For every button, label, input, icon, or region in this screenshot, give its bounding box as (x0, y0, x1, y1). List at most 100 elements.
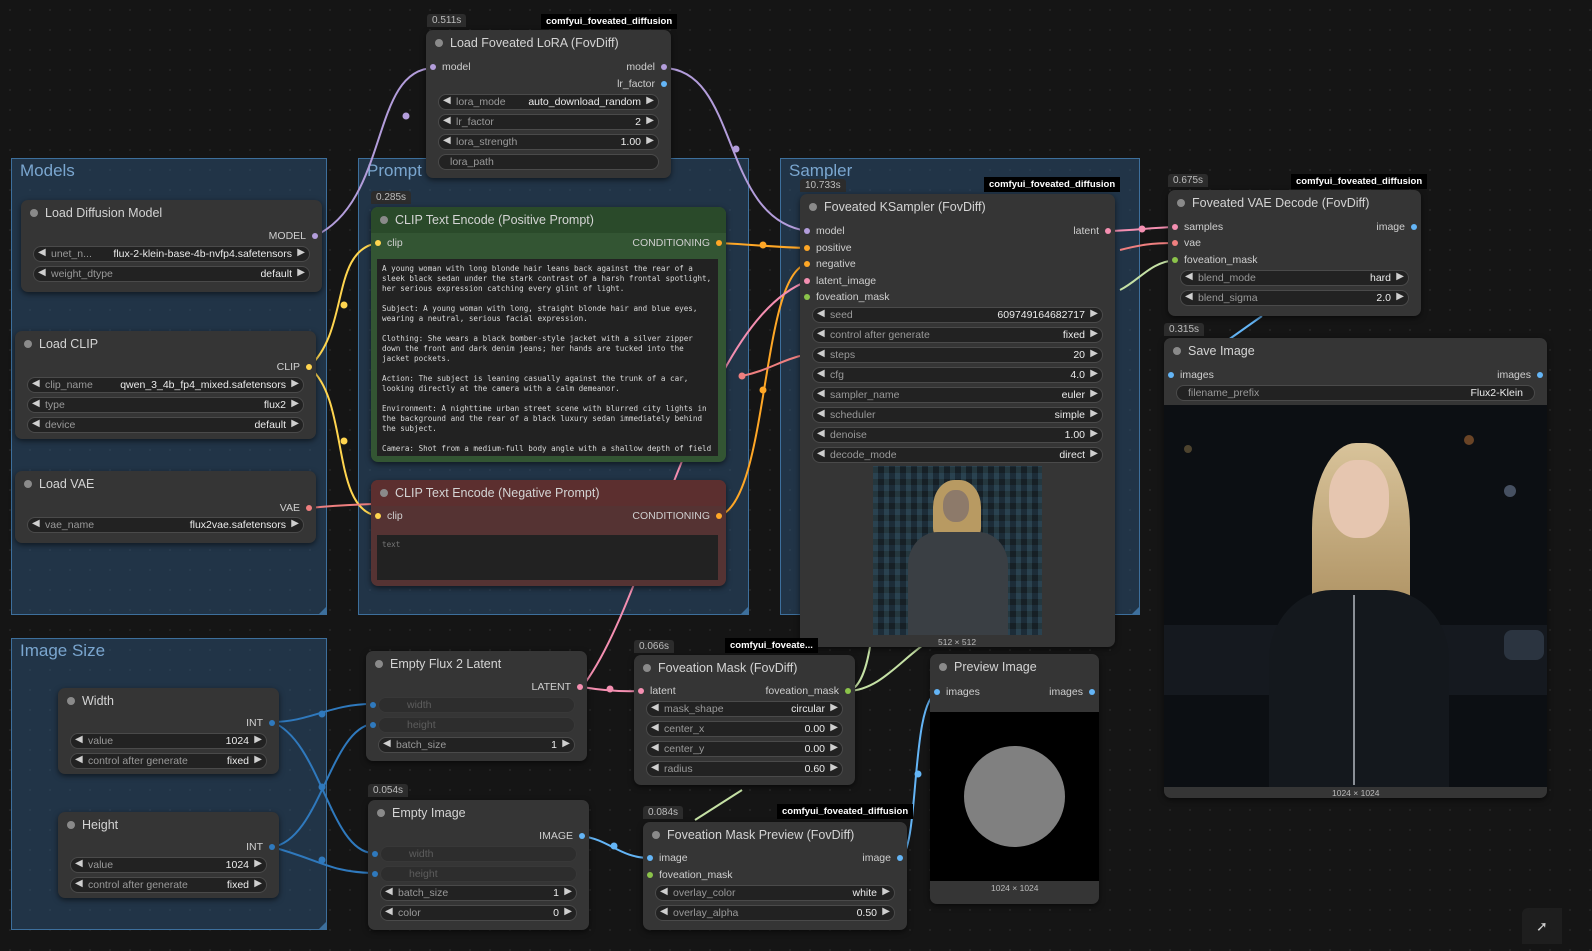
output-socket[interactable] (716, 513, 722, 519)
increment-arrow-icon[interactable]: ▶ (1090, 368, 1098, 379)
node-clip-text-encode-negative[interactable]: CLIP Text Encode (Negative Prompt) clip … (371, 480, 726, 586)
widget-blend-sigma[interactable]: ◀ blend_sigma 2.0 ▶ (1180, 290, 1409, 306)
node-foveation-mask[interactable]: Foveation Mask (FovDiff) latent foveatio… (634, 655, 855, 785)
output-socket[interactable] (1411, 224, 1417, 230)
output-socket[interactable] (306, 505, 312, 511)
decrement-arrow-icon[interactable]: ◀ (817, 328, 825, 339)
decrement-arrow-icon[interactable]: ◀ (651, 742, 659, 753)
wire-mask-to-preview-node[interactable] (694, 789, 743, 821)
reroute-dot[interactable] (402, 112, 410, 120)
increment-arrow-icon[interactable]: ▶ (882, 886, 890, 897)
increment-arrow-icon[interactable]: ▶ (254, 858, 262, 869)
widget-lr-factor[interactable]: ◀ lr_factor 2 ▶ (438, 114, 659, 130)
widget-image-color[interactable]: ◀ color 0 ▶ (380, 905, 577, 921)
widget-filename-prefix[interactable]: filename_prefix Flux2-Klein (1176, 385, 1535, 401)
node-preview-image[interactable]: Preview Image images images 1024 × 1024 (930, 654, 1099, 904)
decrement-arrow-icon[interactable]: ◀ (443, 135, 451, 146)
widget-latent-width[interactable]: width (378, 697, 575, 713)
wire-mask-preview[interactable] (847, 639, 931, 692)
decrement-arrow-icon[interactable]: ◀ (385, 886, 393, 897)
widget-overlay-color[interactable]: ◀ overlay_color white ▶ (655, 885, 895, 901)
node-load-vae[interactable]: Load VAE VAE ◀ vae_name flux2vae.safetenso… (15, 471, 316, 543)
input-socket[interactable] (370, 702, 376, 708)
widget-clip-device[interactable]: ◀ device default ▶ (27, 417, 304, 433)
input-socket[interactable] (375, 513, 381, 519)
output-socket[interactable] (579, 833, 585, 839)
node-title[interactable]: Empty Flux 2 Latent (366, 651, 587, 677)
widget-width-value[interactable]: ◀ value 1024 ▶ (70, 733, 267, 749)
increment-arrow-icon[interactable]: ▶ (1090, 448, 1098, 459)
output-socket[interactable] (312, 233, 318, 239)
increment-arrow-icon[interactable]: ▶ (564, 886, 572, 897)
input-socket[interactable] (372, 851, 378, 857)
node-title[interactable]: Load Foveated LoRA (FovDiff) (426, 30, 671, 56)
widget-sampler-name[interactable]: ◀ sampler_name euler ▶ (812, 387, 1103, 403)
input-socket[interactable] (804, 261, 810, 267)
input-socket[interactable] (638, 688, 644, 694)
node-title[interactable]: Preview Image (930, 654, 1099, 680)
decrement-arrow-icon[interactable]: ◀ (817, 428, 825, 439)
reroute-dot[interactable] (759, 386, 767, 394)
increment-arrow-icon[interactable]: ▶ (830, 742, 838, 753)
input-socket[interactable] (934, 689, 940, 695)
node-title[interactable]: Height (58, 812, 279, 838)
output-socket[interactable] (845, 688, 851, 694)
node-foveation-mask-preview[interactable]: Foveation Mask Preview (FovDiff) image f… (643, 822, 907, 930)
increment-arrow-icon[interactable]: ▶ (291, 398, 299, 409)
widget-decode-mode[interactable]: ◀ decode_mode direct ▶ (812, 447, 1103, 463)
increment-arrow-icon[interactable]: ▶ (1090, 408, 1098, 419)
reroute-dot[interactable] (759, 241, 767, 249)
input-socket[interactable] (375, 240, 381, 246)
widget-weight-dtype[interactable]: ◀ weight_dtype default ▶ (33, 266, 310, 282)
decrement-arrow-icon[interactable]: ◀ (75, 858, 83, 869)
input-socket[interactable] (1172, 224, 1178, 230)
input-socket[interactable] (370, 722, 376, 728)
widget-lora-mode[interactable]: ◀ lora_mode auto_download_random ▶ (438, 94, 659, 110)
widget-image-batch-size[interactable]: ◀ batch_size 1 ▶ (380, 885, 577, 901)
reroute-dot[interactable] (610, 842, 618, 850)
input-socket[interactable] (647, 872, 653, 878)
increment-arrow-icon[interactable]: ▶ (1396, 291, 1404, 302)
reroute-dot[interactable] (340, 301, 348, 309)
decrement-arrow-icon[interactable]: ◀ (817, 408, 825, 419)
input-socket[interactable] (1168, 372, 1174, 378)
reroute-dot[interactable] (318, 710, 326, 718)
increment-arrow-icon[interactable]: ▶ (254, 878, 262, 889)
widget-clip-type[interactable]: ◀ type flux2 ▶ (27, 397, 304, 413)
node-foveated-vae-decode[interactable]: Foveated VAE Decode (FovDiff) samples va… (1168, 190, 1421, 316)
decrement-arrow-icon[interactable]: ◀ (1185, 291, 1193, 302)
increment-arrow-icon[interactable]: ▶ (1090, 348, 1098, 359)
node-title[interactable]: Width (58, 688, 279, 714)
decrement-arrow-icon[interactable]: ◀ (38, 267, 46, 278)
widget-height-value[interactable]: ◀ value 1024 ▶ (70, 857, 267, 873)
output-socket[interactable] (577, 684, 583, 690)
input-socket[interactable] (1172, 257, 1178, 263)
increment-arrow-icon[interactable]: ▶ (254, 734, 262, 745)
widget-denoise[interactable]: ◀ denoise 1.00 ▶ (812, 427, 1103, 443)
increment-arrow-icon[interactable]: ▶ (297, 247, 305, 258)
increment-arrow-icon[interactable]: ▶ (291, 418, 299, 429)
decrement-arrow-icon[interactable]: ◀ (651, 702, 659, 713)
widget-latent-batch-size[interactable]: ◀ batch_size 1 ▶ (378, 737, 575, 753)
widget-overlay-alpha[interactable]: ◀ overlay_alpha 0.50 ▶ (655, 905, 895, 921)
input-socket[interactable] (804, 294, 810, 300)
increment-arrow-icon[interactable]: ▶ (564, 906, 572, 917)
increment-arrow-icon[interactable]: ▶ (291, 378, 299, 389)
decrement-arrow-icon[interactable]: ◀ (443, 95, 451, 106)
decrement-arrow-icon[interactable]: ◀ (660, 886, 668, 897)
widget-steps[interactable]: ◀ steps 20 ▶ (812, 347, 1103, 363)
increment-arrow-icon[interactable]: ▶ (646, 95, 654, 106)
node-empty-flux2-latent[interactable]: Empty Flux 2 Latent LATENT width height … (366, 651, 587, 761)
node-save-image[interactable]: Save Image images images filename_prefix… (1164, 338, 1547, 798)
output-socket[interactable] (269, 844, 275, 850)
decrement-arrow-icon[interactable]: ◀ (75, 734, 83, 745)
reroute-dot[interactable] (318, 856, 326, 864)
decrement-arrow-icon[interactable]: ◀ (32, 398, 40, 409)
widget-image-width[interactable]: width (380, 846, 577, 862)
increment-arrow-icon[interactable]: ▶ (562, 738, 570, 749)
output-socket[interactable] (661, 64, 667, 70)
decrement-arrow-icon[interactable]: ◀ (651, 762, 659, 773)
widget-mask-shape[interactable]: ◀ mask_shape circular ▶ (646, 701, 843, 717)
increment-arrow-icon[interactable]: ▶ (830, 702, 838, 713)
output-socket[interactable] (1105, 228, 1111, 234)
